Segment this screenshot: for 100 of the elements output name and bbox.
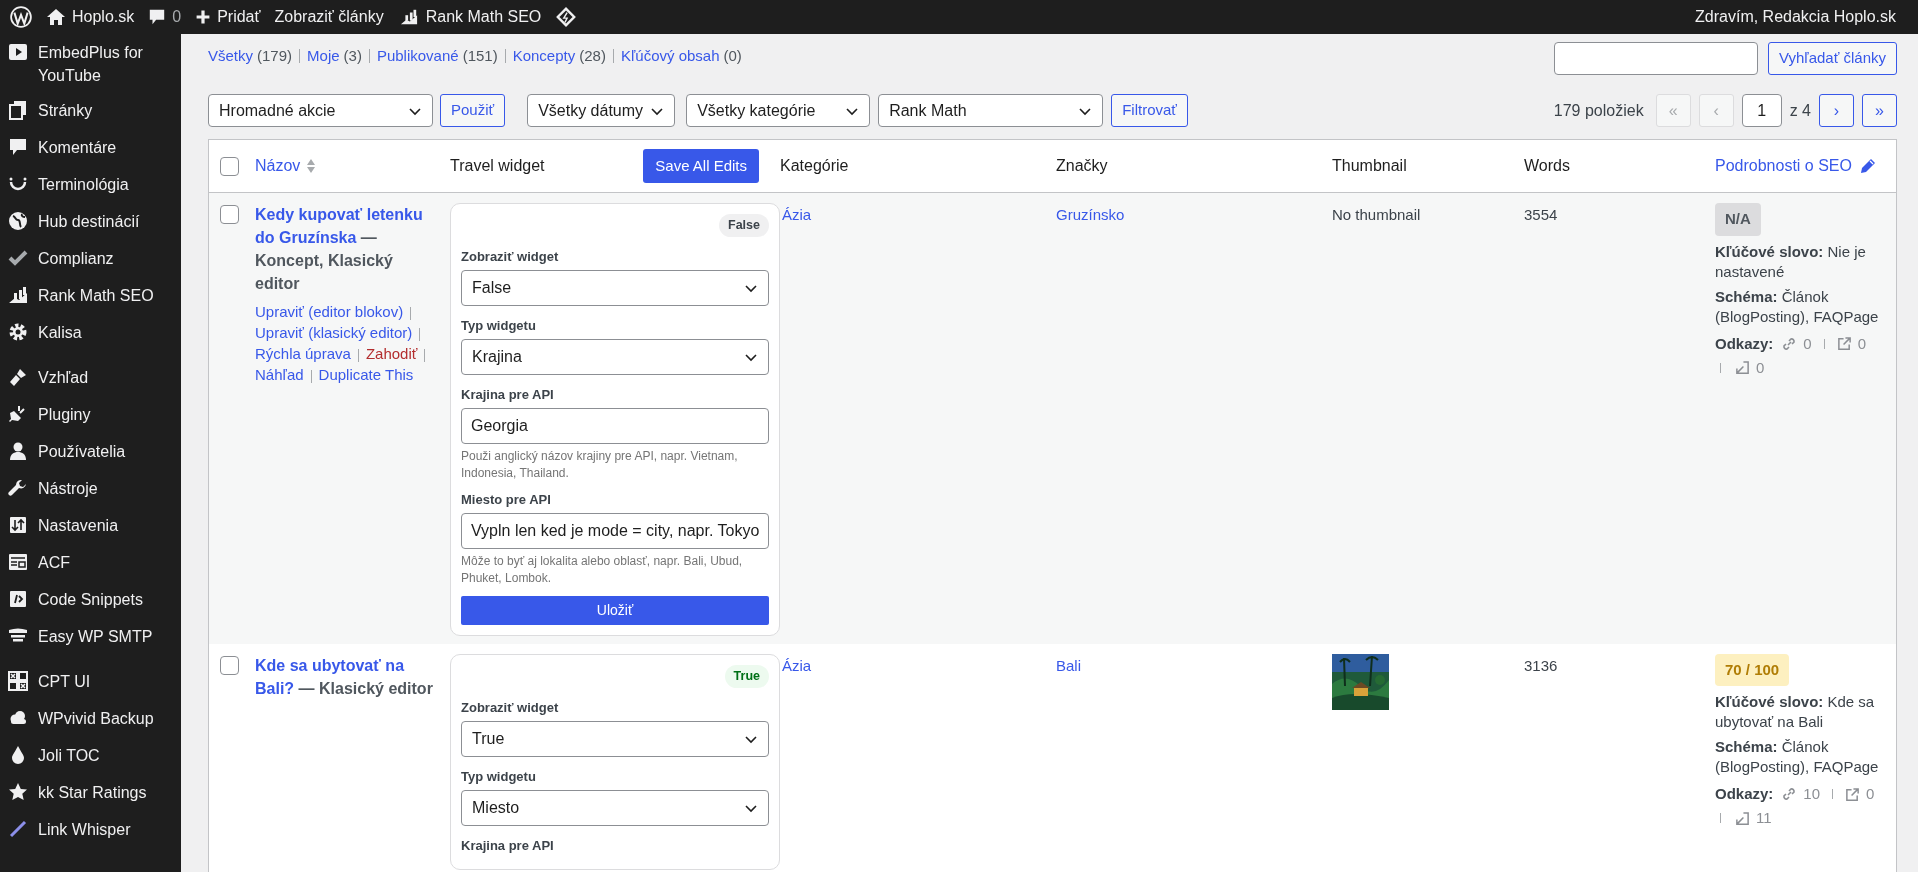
category-link[interactable]: Ázia <box>782 206 812 223</box>
select-field[interactable]: Všetky kategórie <box>686 94 871 127</box>
sort-icon <box>306 158 317 174</box>
tag-link[interactable]: Bali <box>1056 656 1081 674</box>
links-label: Odkazy: <box>1715 784 1774 805</box>
filter-link[interactable]: Publikované <box>376 45 459 68</box>
column-header: Words <box>1524 156 1570 176</box>
row-action-link[interactable]: Rýchla úprava <box>255 345 351 362</box>
field-label: Typ widgetu <box>461 316 537 334</box>
field-label: Zobraziť widget <box>461 247 560 265</box>
pages-icon <box>8 100 28 120</box>
column-header: Travel widget <box>450 156 545 176</box>
field-label: Zobraziť widget <box>461 698 560 716</box>
sidebar-item[interactable]: Link Whisper <box>0 811 181 848</box>
admin-bar-link[interactable]: Zobraziť články <box>274 5 384 29</box>
sidebar-item[interactable]: Complianz <box>0 240 181 277</box>
row-action-link[interactable]: Náhľad <box>255 366 304 383</box>
external-link-count: 0 <box>1866 784 1875 805</box>
select-field[interactable]: Hromadné akcie <box>208 94 433 127</box>
comment-count[interactable]: 0 <box>172 5 182 29</box>
checkmark-icon <box>8 248 28 268</box>
diamond-icon <box>555 6 578 28</box>
filter-link[interactable]: Koncepty <box>512 45 576 68</box>
speech-bubble-icon <box>148 8 167 26</box>
column-header-link[interactable]: Podrobnosti o SEO <box>1715 154 1852 178</box>
incoming-link-count: 0 <box>1756 357 1765 378</box>
sidebar-item[interactable]: Stránky <box>0 92 181 129</box>
sidebar-item[interactable]: ACF <box>0 544 181 581</box>
post-title[interactable]: Kde sa ubytovať na Bali? — Klasický editor <box>255 653 438 700</box>
external-link-icon <box>1845 786 1861 802</box>
user-greeting[interactable]: Zdravím, Redakcia Hoplo.sk <box>1695 5 1908 29</box>
select-field[interactable]: Rank Math <box>878 94 1104 127</box>
select-field[interactable]: False <box>461 269 769 306</box>
sidebar-item[interactable]: CPT UI <box>0 663 181 700</box>
admin-bar-link[interactable]: Pridať <box>217 5 261 29</box>
filter-link[interactable]: Kľúčový obsah <box>620 45 720 68</box>
save-button[interactable]: Uložiť <box>461 595 769 625</box>
pagination-button[interactable]: › <box>1819 94 1854 127</box>
incoming-link-icon <box>1735 810 1750 826</box>
pagination-button[interactable]: » <box>1862 94 1897 127</box>
row-action-link[interactable]: Upraviť (editor blokov) <box>255 303 404 320</box>
sidebar-item[interactable]: Pluginy <box>0 396 181 433</box>
filter-link[interactable]: Moje <box>307 45 340 68</box>
status-badge: True <box>724 664 769 688</box>
wrench-icon <box>8 478 28 498</box>
internal-link-count: 0 <box>1803 333 1812 354</box>
row-action-link[interactable]: Duplicate This <box>318 366 414 383</box>
tag-link[interactable]: Gruzínsko <box>1056 206 1125 223</box>
word-count: 3136 <box>1524 656 1558 674</box>
sidebar-item[interactable]: Nástroje <box>0 470 181 507</box>
sidebar-item[interactable]: Joli TOC <box>0 737 181 774</box>
view-count: (3) <box>343 46 362 66</box>
sidebar-item[interactable]: kk Star Ratings <box>0 774 181 811</box>
sidebar-item[interactable]: Terminológia <box>0 166 181 203</box>
incoming-link-icon <box>1735 360 1750 375</box>
plug-icon <box>8 404 28 424</box>
view-count: (179) <box>257 46 293 66</box>
sidebar-item[interactable]: WPvivid Backup <box>0 700 181 737</box>
select-field[interactable]: Krajina <box>461 338 769 375</box>
button[interactable]: Filtrovať <box>1111 94 1188 127</box>
column-header-link[interactable]: Názov <box>255 154 301 178</box>
item-count: 179 položiek <box>1553 100 1644 121</box>
select-field[interactable]: Všetky dátumy <box>527 94 676 127</box>
page-number-field[interactable]: 1 <box>1741 94 1782 127</box>
sidebar-item[interactable]: Nastavenia <box>0 507 181 544</box>
sidebar-item[interactable]: Komentáre <box>0 129 181 166</box>
sidebar-item[interactable]: Kalisa <box>0 314 181 351</box>
checkbox[interactable] <box>220 156 239 176</box>
help-text: Použi anglický názov krajiny pre API, napr. Vietnam, Indonesia, Thailand. <box>461 447 739 482</box>
checkbox[interactable] <box>220 655 239 675</box>
sidebar-item[interactable]: Easy WP SMTP <box>0 618 181 655</box>
button[interactable]: Vyhľadať články <box>1768 42 1897 75</box>
sidebar-item[interactable]: Code Snippets <box>0 581 181 618</box>
input-field[interactable]: Vypln len ked je mode = city, napr. Tokyo <box>461 512 769 549</box>
select-field[interactable]: True <box>461 720 769 757</box>
sidebar-item[interactable]: EmbedPlus for YouTube <box>0 36 181 92</box>
button[interactable]: Použiť <box>440 94 506 127</box>
admin-bar-link[interactable]: Rank Math SEO <box>425 5 542 29</box>
filter-link[interactable]: Všetky <box>208 45 253 68</box>
post-title[interactable]: Kedy kupovať letenku do Gruzínska — Koncept, Klasický editor <box>255 203 438 295</box>
admin-bar-link[interactable]: Hoplo.sk <box>72 5 135 29</box>
code-icon <box>8 589 28 609</box>
row-action-link[interactable]: Zahodiť <box>365 345 418 362</box>
sidebar-item[interactable]: Vzhľad <box>0 359 181 396</box>
save-all-button[interactable]: Save All Edits <box>643 149 759 183</box>
row-action-link[interactable]: Upraviť (klasický editor) <box>255 324 413 341</box>
select-field[interactable]: Miesto <box>461 789 769 826</box>
sidebar-item[interactable]: Používatelia <box>0 433 181 470</box>
category-link[interactable]: Ázia <box>782 656 812 674</box>
play-icon <box>8 42 28 62</box>
settings-icon <box>8 322 28 342</box>
input-field[interactable]: Georgia <box>461 407 769 444</box>
sidebar-item[interactable]: Hub destinácií <box>0 203 181 240</box>
search-field[interactable] <box>1554 42 1758 75</box>
user-icon <box>8 441 28 461</box>
column-header: Značky <box>1056 156 1108 176</box>
checkbox[interactable] <box>220 205 239 224</box>
plus-icon <box>195 9 212 25</box>
page-total: z 4 <box>1789 100 1811 121</box>
sidebar-item[interactable]: Rank Math SEO <box>0 277 181 314</box>
